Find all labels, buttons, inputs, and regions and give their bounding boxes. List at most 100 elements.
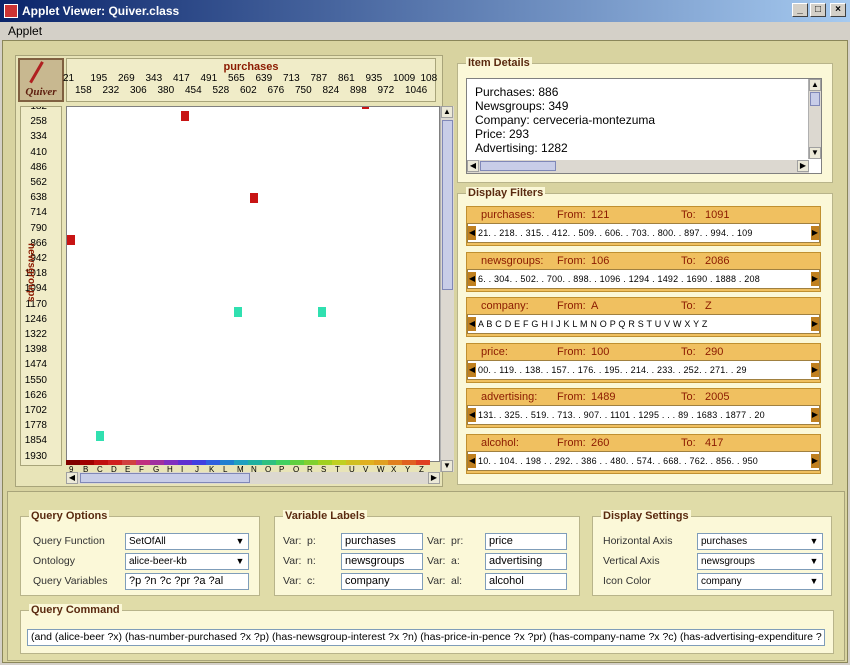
details-hscroll[interactable]: ◀ ▶ xyxy=(467,160,809,173)
y-axis-ruler: 182 258 334 410 486 562 638 714 790 866 942 1018 109… xyxy=(20,106,62,466)
slider-right-arrow-icon[interactable]: ▶ xyxy=(811,362,819,377)
filter-range-slider[interactable]: ◀ 00. . 119. . 138. . 157. . 176. . 195. … xyxy=(467,359,820,380)
hscroll-thumb[interactable] xyxy=(80,473,250,483)
slider-left-arrow-icon[interactable]: ◀ xyxy=(468,362,476,377)
y-tick-label: 486 xyxy=(30,161,47,173)
query-function-select[interactable]: SetOfAll ▼ xyxy=(125,533,249,550)
filter-name: advertising: xyxy=(481,391,538,403)
slider-left-arrow-icon[interactable]: ◀ xyxy=(468,271,476,286)
filter-alcohol: alcohol: From: 260 To: 417 ◀ 10. . 104. . 198 … xyxy=(466,433,821,474)
slider-right-arrow-icon[interactable]: ▶ xyxy=(811,317,819,331)
x-tick-label: 528 xyxy=(212,85,230,96)
y-tick-label: 714 xyxy=(30,207,47,219)
filter-to-value: 417 xyxy=(705,436,724,449)
var-label-input[interactable]: alcohol xyxy=(485,573,567,590)
plot-point[interactable] xyxy=(234,307,242,317)
slider-right-arrow-icon[interactable]: ▶ xyxy=(811,453,819,468)
vertical-axis-select[interactable]: newsgroups ▼ xyxy=(697,553,823,570)
details-vscroll[interactable]: ▲ ▼ xyxy=(808,79,821,159)
slider-right-arrow-icon[interactable]: ▶ xyxy=(811,226,819,240)
applet-area: Quiver purchases 21 195 269 343 417 491 565 639… xyxy=(2,40,848,663)
item-detail-line: Newsgroups: 349 xyxy=(475,99,569,113)
x-tick-label: 491 xyxy=(200,73,218,84)
query-variables-input[interactable]: ?p ?n ?c ?pr ?a ?al xyxy=(125,573,249,590)
filter-header: newsgroups: From: 106 To: 2086 xyxy=(467,253,820,269)
x-tick-label: 935 xyxy=(365,73,383,84)
var-prefix: Var: xyxy=(427,575,446,587)
bottom-panel: Query Options Query Function SetOfAll ▼ O… xyxy=(7,491,845,661)
filter-range-slider[interactable]: ◀ A B C D E F G H I J K L M N O P Q R S T… xyxy=(467,314,820,334)
filter-range-slider[interactable]: ◀ 131. . 325. . 519. . 713. . 907. . 1101… xyxy=(467,405,820,425)
slider-left-arrow-icon[interactable]: ◀ xyxy=(468,453,476,468)
plot-point[interactable] xyxy=(318,307,326,317)
icon-color-value: company xyxy=(701,576,742,587)
horizontal-axis-value: purchases xyxy=(701,536,748,547)
scatter-plot[interactable] xyxy=(66,106,440,462)
filter-range-slider[interactable]: ◀ 10. . 104. . 198 . . 292. . 386 . . 480… xyxy=(467,450,820,471)
minimize-icon[interactable]: _ xyxy=(792,3,808,17)
details-scroll-down-icon[interactable]: ▼ xyxy=(809,147,821,159)
filter-scale: 6. . 304. . 502. . 700. . 898. . 1096 . … xyxy=(478,273,760,284)
window-titlebar: Applet Viewer: Quiver.class _ □ × xyxy=(0,0,850,22)
plot-point[interactable] xyxy=(96,431,104,441)
maximize-icon[interactable]: □ xyxy=(810,3,826,17)
details-hthumb[interactable] xyxy=(480,161,556,171)
x-tick-label: 343 xyxy=(145,73,163,84)
scroll-thumb[interactable] xyxy=(442,120,453,290)
filter-name: purchases: xyxy=(481,209,535,221)
var-label-input[interactable]: newsgroups xyxy=(341,553,423,570)
details-vthumb[interactable] xyxy=(810,92,820,106)
details-scroll-up-icon[interactable]: ▲ xyxy=(809,79,821,91)
icon-color-select[interactable]: company ▼ xyxy=(697,573,823,590)
slider-left-arrow-icon[interactable]: ◀ xyxy=(468,226,476,240)
scroll-right-icon[interactable]: ▶ xyxy=(428,472,440,484)
details-scroll-right-icon[interactable]: ▶ xyxy=(797,160,809,172)
scroll-down-icon[interactable]: ▼ xyxy=(441,460,453,472)
filter-newsgroups: newsgroups: From: 106 To: 2086 ◀ 6. . 304. . 5… xyxy=(466,251,821,292)
slider-left-arrow-icon[interactable]: ◀ xyxy=(468,408,476,422)
filter-range-slider[interactable]: ◀ 6. . 304. . 502. . 700. . 898. . 1096 .… xyxy=(467,268,820,289)
plot-point[interactable] xyxy=(250,193,258,203)
icon-color-label: Icon Color xyxy=(603,575,651,587)
plot-point[interactable] xyxy=(362,107,369,109)
ontology-select[interactable]: alice-beer-kb ▼ xyxy=(125,553,249,570)
x-tick-label: 750 xyxy=(295,85,312,96)
var-label-input[interactable]: company xyxy=(341,573,423,590)
var-label-input[interactable]: advertising xyxy=(485,553,567,570)
filter-to-label: To: xyxy=(681,436,696,449)
filter-from-value: 1489 xyxy=(591,391,616,403)
scroll-up-icon[interactable]: ▲ xyxy=(441,106,453,118)
x-axis-label: purchases xyxy=(223,61,279,73)
var-label-input[interactable]: purchases xyxy=(341,533,423,550)
details-scroll-left-icon[interactable]: ◀ xyxy=(467,160,479,172)
menu-applet[interactable]: Applet xyxy=(8,24,42,38)
logo-text: Quiver xyxy=(25,86,57,98)
slider-left-arrow-icon[interactable]: ◀ xyxy=(468,317,476,331)
plot-horizontal-scrollbar[interactable]: ◀ ▶ xyxy=(66,472,440,484)
plot-point[interactable] xyxy=(67,235,75,245)
chevron-down-icon: ▼ xyxy=(809,556,819,566)
plot-point[interactable] xyxy=(181,111,189,121)
x-tick-label: 861 xyxy=(338,73,355,84)
slider-right-arrow-icon[interactable]: ▶ xyxy=(811,408,819,422)
filter-from-label: From: xyxy=(557,209,586,221)
filter-scale: 00. . 119. . 138. . 157. . 176. . 195. .… xyxy=(478,364,747,375)
query-command-group: Query Command (and (alice-beer ?x) (has-… xyxy=(20,604,834,654)
window-title: Applet Viewer: Quiver.class xyxy=(22,4,180,18)
plot-vertical-scrollbar[interactable]: ▲ ▼ xyxy=(440,106,454,472)
query-command-input[interactable]: (and (alice-beer ?x) (has-number-purchas… xyxy=(27,629,825,646)
slider-right-arrow-icon[interactable]: ▶ xyxy=(811,271,819,286)
scroll-left-icon[interactable]: ◀ xyxy=(66,472,78,484)
y-tick-label: 1854 xyxy=(24,435,47,447)
var-name: n: xyxy=(307,555,316,567)
var-label-input[interactable]: price xyxy=(485,533,567,550)
y-tick-label: 334 xyxy=(30,131,47,143)
filter-range-slider[interactable]: ◀ 21. . 218. . 315. . 412. . 509. . 606. … xyxy=(467,223,820,243)
var-name: p: xyxy=(307,535,316,547)
var-prefix: Var: xyxy=(283,555,302,567)
x-tick-label: 676 xyxy=(267,85,285,96)
close-icon[interactable]: × xyxy=(830,3,846,17)
query-options-title: Query Options xyxy=(29,510,110,522)
item-detail-line: Advertising: 1282 xyxy=(475,141,568,155)
horizontal-axis-select[interactable]: purchases ▼ xyxy=(697,533,823,550)
